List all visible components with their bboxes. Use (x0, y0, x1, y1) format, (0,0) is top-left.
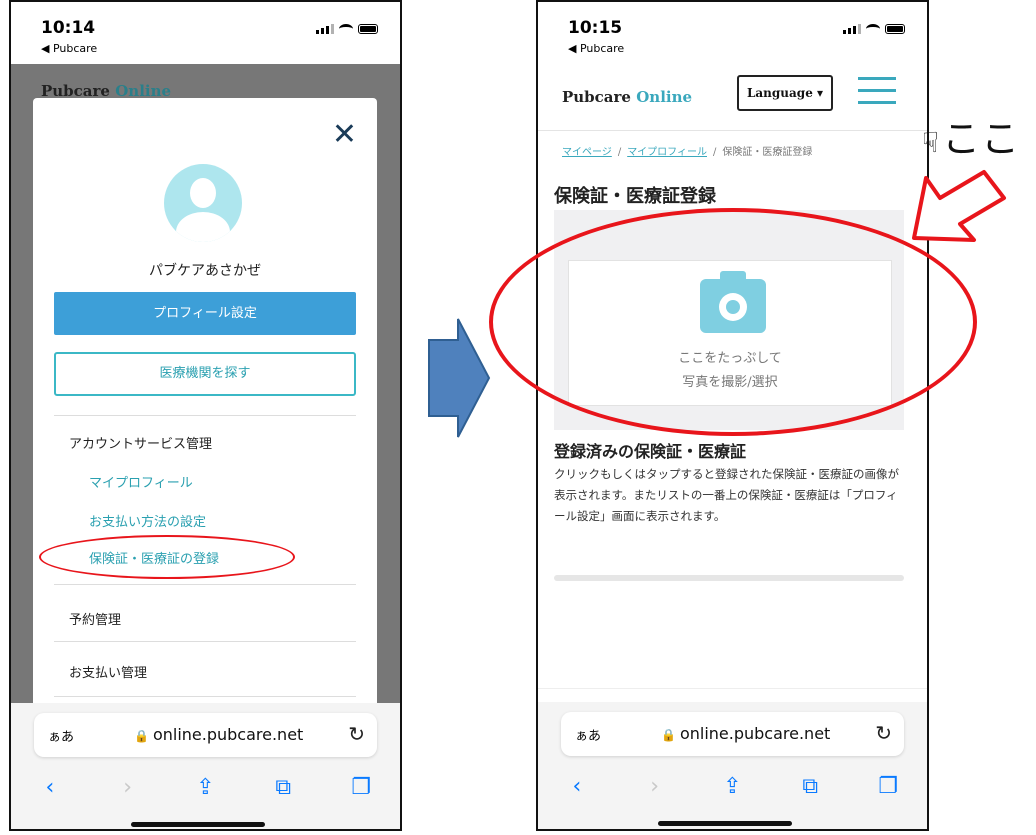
back-to-app-link[interactable]: ◀ Pubcare (41, 42, 97, 55)
status-bar: 10:14 ◀ Pubcare (11, 2, 400, 64)
highlight-oval (39, 535, 295, 579)
safari-bottom-bar: ぁあ 🔒 online.pubcare.net ↻ ‹ › ⇪ ⧉ ❐ (538, 702, 927, 829)
reader-options-button[interactable]: ぁあ (48, 726, 74, 745)
bookmarks-icon[interactable]: ⧉ (263, 775, 303, 800)
url-text: online.pubcare.net (679, 724, 831, 743)
hamburger-menu-icon[interactable] (858, 77, 896, 113)
account-services-heading: アカウントサービス管理 (69, 437, 213, 452)
battery-icon (358, 24, 378, 34)
lock-icon: 🔒 (134, 729, 149, 743)
safari-toolbar: ‹ › ⇪ ⧉ ❐ (538, 768, 927, 804)
back-to-app-link[interactable]: ◀ Pubcare (568, 42, 624, 55)
forward-icon[interactable]: › (108, 775, 148, 800)
find-clinic-button[interactable]: 医療機関を探す (54, 352, 356, 396)
registered-cards-heading: 登録済みの保険証・医療証 (554, 442, 747, 461)
phone-screenshot-left: 10:14 ◀ Pubcare Pubcare Online ✕ パブケアあさか… (9, 0, 402, 831)
divider (538, 688, 927, 689)
share-icon[interactable]: ⇪ (185, 775, 225, 800)
status-icons (843, 24, 905, 34)
divider (54, 584, 356, 585)
header-divider (538, 130, 927, 131)
reload-icon[interactable]: ↻ (348, 722, 365, 746)
account-menu-modal: ✕ パブケアあさかぜ プロフィール設定 医療機関を探す アカウントサービス管理 … (33, 98, 377, 718)
lock-icon: 🔒 (661, 728, 676, 742)
user-name: パブケアあさかぜ (149, 263, 261, 279)
signal-icon (316, 24, 334, 34)
signal-icon (843, 24, 861, 34)
reader-options-button[interactable]: ぁあ (575, 725, 601, 744)
tabs-icon[interactable]: ❐ (868, 774, 908, 799)
status-time: 10:14 (41, 18, 96, 38)
home-indicator (658, 821, 792, 826)
menu-item-payment-method[interactable]: お支払い方法の設定 (89, 511, 206, 530)
bookmarks-icon[interactable]: ⧉ (790, 774, 830, 799)
divider (54, 641, 356, 642)
page-title: 保険証・医療証登録 (554, 186, 716, 207)
pointing-hand-icon: ☟ (922, 126, 941, 159)
status-time: 10:15 (568, 18, 623, 38)
forward-icon[interactable]: › (635, 774, 675, 799)
breadcrumb-myprofile[interactable]: マイプロフィール (627, 147, 707, 158)
status-bar: 10:15 ◀ Pubcare (538, 2, 927, 64)
breadcrumb-mypage[interactable]: マイページ (562, 147, 612, 158)
back-icon[interactable]: ‹ (30, 775, 70, 800)
avatar (164, 164, 242, 242)
address-bar[interactable]: ぁあ 🔒 online.pubcare.net ↻ (561, 712, 904, 756)
divider (54, 696, 356, 697)
safari-bottom-bar: ぁあ 🔒 online.pubcare.net ↻ ‹ › ⇪ ⧉ ❐ (11, 703, 400, 829)
language-dropdown[interactable]: Language ▾ (737, 75, 833, 111)
share-icon[interactable]: ⇪ (712, 774, 752, 799)
close-icon[interactable]: ✕ (332, 120, 357, 150)
divider (54, 415, 356, 416)
url-text: online.pubcare.net (152, 725, 304, 744)
menu-item-reservations[interactable]: 予約管理 (69, 609, 121, 628)
wifi-icon (866, 24, 880, 34)
highlight-oval (489, 208, 977, 436)
tabs-icon[interactable]: ❐ (341, 775, 381, 800)
profile-settings-button[interactable]: プロフィール設定 (54, 292, 356, 335)
right-arrow-icon (428, 318, 491, 438)
site-logo[interactable]: Pubcare Online (562, 88, 692, 106)
red-arrow-icon (912, 170, 1006, 242)
home-indicator (131, 822, 265, 827)
menu-item-my-profile[interactable]: マイプロフィール (89, 472, 193, 491)
reload-icon[interactable]: ↻ (875, 721, 892, 745)
menu-item-payments[interactable]: お支払い管理 (69, 662, 147, 681)
safari-toolbar: ‹ › ⇪ ⧉ ❐ (11, 769, 400, 805)
back-icon[interactable]: ‹ (557, 774, 597, 799)
breadcrumb: マイページ / マイプロフィール / 保険証・医療証登録 (562, 147, 813, 158)
address-bar[interactable]: ぁあ 🔒 online.pubcare.net ↻ (34, 713, 377, 757)
registered-cards-description: クリックもしくはタップすると登録された保険証・医療証の画像が表示されます。またリ… (554, 467, 899, 523)
breadcrumb-current: 保険証・医療証登録 (722, 147, 813, 158)
registered-cards-list (554, 575, 904, 581)
annotation-note: ☟ここ (922, 117, 1021, 161)
status-icons (316, 24, 378, 34)
battery-icon (885, 24, 905, 34)
wifi-icon (339, 24, 353, 34)
